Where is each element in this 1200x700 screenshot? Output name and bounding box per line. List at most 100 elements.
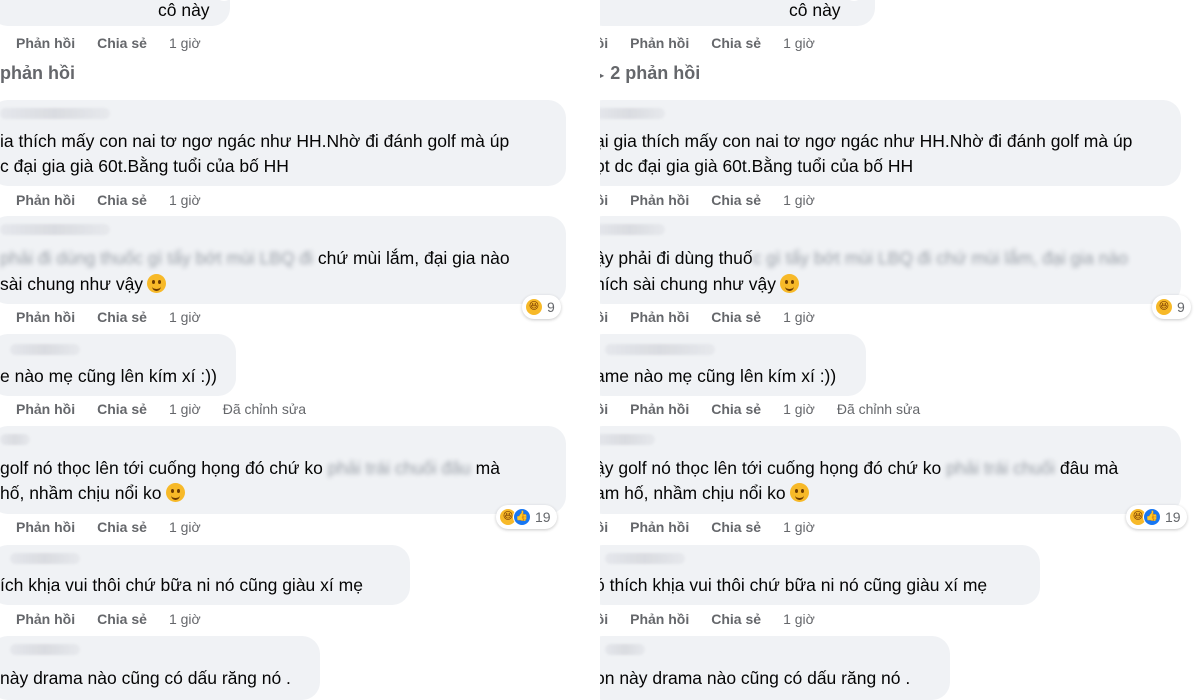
- timestamp[interactable]: 1 giờ: [169, 309, 201, 325]
- timestamp[interactable]: 1 giờ: [783, 192, 815, 208]
- reply-button[interactable]: Phản hồi: [630, 309, 689, 325]
- comment-text-line: này drama nào cũng có dấu răng nó .: [0, 668, 291, 688]
- comment-text-line: ại gia thích mấy con nai tơ ngơ ngác như…: [600, 131, 1133, 151]
- comment-text: cô này: [789, 0, 841, 20]
- reply-button[interactable]: Phản hồi: [16, 35, 75, 51]
- visible-text: am hố, nhầm chịu nổi ko: [600, 483, 786, 503]
- reaction-summary[interactable]: 😆 👍 19: [1126, 505, 1187, 529]
- visible-text: ậy golf nó thọc lên tới cuống họng đó ch…: [600, 458, 942, 478]
- edited-label[interactable]: Đã chỉnh sửa: [223, 401, 306, 417]
- comment-text-line: ame nào mẹ cũng lên kím xí :)): [600, 366, 837, 386]
- reply-button[interactable]: Phản hồi: [600, 192, 608, 208]
- comment-author-blurred: [0, 224, 110, 235]
- reply-button[interactable]: Phản hồi: [600, 611, 608, 627]
- share-button[interactable]: Chia sẻ: [711, 309, 761, 325]
- comment-actions: Phản hồi Phản hồi Chia sẻ 1 giờ: [600, 33, 837, 53]
- comment-text-line: ậy phải đi dùng thuốc gì tẩy bớt mùi LBQ…: [600, 246, 1128, 271]
- comment-text-line: ó thích khịa vui thôi chứ bữa ni nó cũng…: [600, 575, 988, 595]
- reply-button[interactable]: Phản hồi: [630, 611, 689, 627]
- reply-button[interactable]: Phản hồi: [630, 401, 689, 417]
- timestamp[interactable]: 1 giờ: [169, 192, 201, 208]
- reply-button[interactable]: Phản hồi: [16, 309, 75, 325]
- edited-label[interactable]: Đã chỉnh sửa: [837, 401, 920, 417]
- reaction-summary[interactable]: 👍 8: [842, 0, 881, 4]
- reaction-count: 19: [1165, 509, 1181, 525]
- share-button[interactable]: Chia sẻ: [97, 35, 147, 51]
- timestamp[interactable]: 1 giờ: [169, 35, 201, 51]
- share-button[interactable]: Chia sẻ: [97, 192, 147, 208]
- visible-text: đâu mà: [1055, 458, 1119, 478]
- reaction-summary[interactable]: 😆 👍 19: [496, 505, 557, 529]
- view-replies-link[interactable]: phản hồi: [0, 63, 75, 84]
- comment-bubble: on này drama nào cũng có dấu răng nó .: [600, 636, 950, 700]
- reply-button[interactable]: Phản hồi: [630, 192, 689, 208]
- like-reaction-icon: 👍: [513, 508, 531, 526]
- blurred-text: phải trái chuối: [941, 458, 1056, 478]
- comment-author-blurred: [600, 434, 655, 445]
- comment-text-line: golf nó thọc lên tới cuống họng đó chứ k…: [0, 456, 500, 481]
- share-button[interactable]: Chia sẻ: [97, 309, 147, 325]
- share-button[interactable]: Chia sẻ: [711, 401, 761, 417]
- comment-bubble: golf nó thọc lên tới cuống họng đó chứ k…: [0, 426, 566, 514]
- smile-emoji-icon: [780, 274, 799, 293]
- reply-button[interactable]: Phản hồi: [16, 611, 75, 627]
- comment-actions: Phản hồi Phản hồi Chia sẻ 1 giờ: [600, 609, 837, 629]
- smile-emoji-icon: [147, 274, 167, 293]
- timestamp[interactable]: 1 giờ: [169, 401, 201, 417]
- share-button[interactable]: Chia sẻ: [97, 401, 147, 417]
- reply-button[interactable]: Phản hồi: [600, 35, 608, 51]
- reply-button[interactable]: Phản hồi: [600, 401, 608, 417]
- blurred-text: phải đi dùng thuốc gì tẩy bớt mùi LBQ đi: [0, 248, 314, 268]
- comment-thread-right: cô này 👍 8 Phản hồiPhản hồiChia sẻ1 giờ …: [600, 0, 1200, 700]
- timestamp[interactable]: 1 giờ: [169, 611, 201, 627]
- comment-text-line: ia thích mấy con nai tơ ngơ ngác như HH.…: [0, 131, 510, 151]
- share-button[interactable]: Chia sẻ: [711, 519, 761, 535]
- reply-button[interactable]: Phản hồi: [600, 519, 608, 535]
- reaction-summary[interactable]: 👍 8: [212, 0, 251, 4]
- timestamp[interactable]: 1 giờ: [169, 519, 201, 535]
- comment-author-blurred: [605, 344, 715, 355]
- comment-author-blurred: [0, 434, 30, 445]
- reply-button[interactable]: Phản hồi: [16, 192, 75, 208]
- reply-button[interactable]: Phản hồi: [600, 309, 608, 325]
- reaction-count: 9: [1177, 299, 1185, 315]
- view-replies-label: 2 phản hồi: [610, 63, 701, 83]
- like-reaction-icon: 👍: [215, 0, 233, 1]
- timestamp[interactable]: 1 giờ: [783, 401, 815, 417]
- share-button[interactable]: Chia sẻ: [711, 35, 761, 51]
- reply-button[interactable]: Phản hồi: [16, 401, 75, 417]
- timestamp[interactable]: 1 giờ: [783, 309, 815, 325]
- comment-bubble: ậy golf nó thọc lên tới cuống họng đó ch…: [600, 426, 1181, 514]
- comment-actions: Phản hồi Phản hồi Chia sẻ 1 giờ: [600, 517, 837, 537]
- comment-actions: Phản hồi Chia sẻ 1 giờ: [16, 307, 223, 327]
- reply-button[interactable]: Phản hồi: [630, 35, 689, 51]
- comment-text-line: hố, nhầm chịu nổi ko: [0, 481, 185, 506]
- comment-text-line: sài chung như vậy: [0, 272, 167, 297]
- blurred-text: c gì tẩy bớt mùi LBQ đi chứ mùi lắm, đại…: [752, 248, 1128, 268]
- like-reaction-icon: 👍: [845, 0, 863, 1]
- comment-actions: Phản hồi Chia sẻ 1 giờ Đã chỉnh sửa: [16, 399, 306, 419]
- view-replies-link[interactable]: ▶ 2 phản hồi: [600, 63, 700, 84]
- comment-text-line: ọt dc đại gia già 60t.Bằng tuổi của bố H…: [600, 156, 914, 176]
- reaction-count: 9: [547, 299, 555, 315]
- reply-button[interactable]: Phản hồi: [630, 519, 689, 535]
- timestamp[interactable]: 1 giờ: [783, 519, 815, 535]
- comment-author-blurred: [600, 224, 665, 235]
- comment-text: cô này: [158, 0, 210, 20]
- reaction-summary[interactable]: 😆 9: [1152, 295, 1191, 319]
- comment-bubble: ame nào mẹ cũng lên kím xí :)): [600, 334, 866, 396]
- comment-author-blurred: [600, 108, 665, 119]
- reply-button[interactable]: Phản hồi: [16, 519, 75, 535]
- share-button[interactable]: Chia sẻ: [97, 611, 147, 627]
- share-button[interactable]: Chia sẻ: [97, 519, 147, 535]
- haha-reaction-icon: 😆: [525, 298, 543, 316]
- comment-bubble: ại gia thích mấy con nai tơ ngơ ngác như…: [600, 100, 1181, 186]
- share-button[interactable]: Chia sẻ: [711, 192, 761, 208]
- comment-actions: Phản hồi Phản hồi Chia sẻ 1 giờ: [600, 190, 837, 210]
- timestamp[interactable]: 1 giờ: [783, 611, 815, 627]
- comment-bubble: ậy phải đi dùng thuốc gì tẩy bớt mùi LBQ…: [600, 216, 1181, 304]
- share-button[interactable]: Chia sẻ: [711, 611, 761, 627]
- reaction-summary[interactable]: 😆 9: [522, 295, 561, 319]
- rolling-eyes-emoji-icon: [165, 483, 185, 502]
- timestamp[interactable]: 1 giờ: [783, 35, 815, 51]
